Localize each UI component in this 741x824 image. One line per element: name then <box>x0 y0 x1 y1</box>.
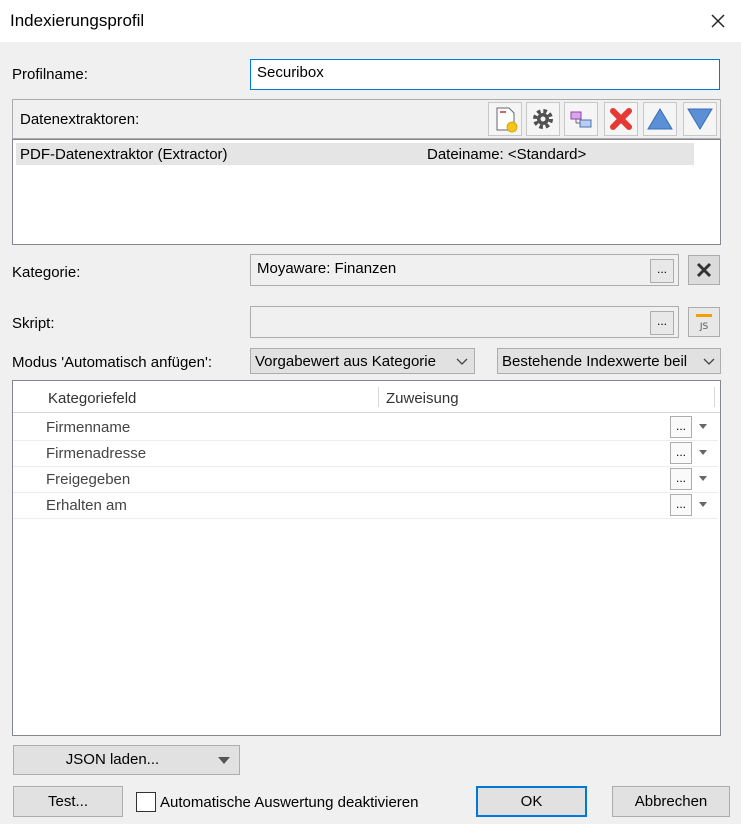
header-kategoriefeld[interactable]: Kategoriefeld <box>48 390 136 407</box>
json-load-label: JSON laden... <box>65 751 160 768</box>
table-row[interactable]: Firmenadresse ... <box>13 441 718 467</box>
dropdown-arrow-icon[interactable] <box>699 424 707 430</box>
mode-dropdown-2[interactable]: Bestehende Indexwerte beil <box>497 348 721 374</box>
move-up-button[interactable] <box>643 102 677 136</box>
map-button[interactable] <box>564 102 598 136</box>
mode-option2: Bestehende Indexwerte beil <box>502 353 688 370</box>
script-browse-button[interactable]: ... <box>650 311 674 335</box>
extractors-label: Datenextraktoren: <box>20 111 140 128</box>
profile-name-value: Securibox <box>257 64 324 81</box>
settings-button[interactable] <box>526 102 560 136</box>
row-field: Firmenname <box>46 419 131 436</box>
gear-icon <box>533 109 553 129</box>
link-blocks-icon <box>570 111 592 128</box>
delete-x-icon <box>610 108 632 130</box>
row-browse-button[interactable]: ... <box>670 416 692 438</box>
extractors-list[interactable]: PDF-Datenextraktor (Extractor) Dateiname… <box>12 139 721 245</box>
new-extractor-button[interactable] <box>488 102 522 136</box>
table-row[interactable]: Firmenname ... <box>13 415 718 441</box>
row-browse-button[interactable]: ... <box>670 494 692 516</box>
row-field: Freigegeben <box>46 471 131 488</box>
category-label: Kategorie: <box>12 264 81 281</box>
table-row[interactable]: Erhalten am ... <box>13 493 718 519</box>
category-value: Moyaware: Finanzen <box>257 260 397 277</box>
ok-button[interactable]: OK <box>476 786 587 817</box>
script-field: ... <box>250 306 679 338</box>
auto-disable-checkbox[interactable] <box>136 792 156 812</box>
move-down-icon <box>687 108 713 130</box>
grid-header: Kategoriefeld Zuweisung <box>13 381 720 413</box>
header-divider <box>378 387 379 407</box>
edit-script-button[interactable]: JS <box>688 307 720 337</box>
script-label: Skript: <box>12 315 55 332</box>
dropdown-arrow-icon[interactable] <box>699 450 707 456</box>
javascript-icon: JS <box>696 314 712 332</box>
profile-name-label: Profilname: <box>12 66 88 83</box>
extractor-name: PDF-Datenextraktor (Extractor) <box>20 146 228 163</box>
row-field: Erhalten am <box>46 497 127 514</box>
new-document-icon <box>496 107 518 133</box>
window-title: Indexierungsprofil <box>10 11 145 30</box>
dropdown-arrow-icon[interactable] <box>699 502 707 508</box>
delete-extractor-button[interactable] <box>604 102 638 136</box>
mode-option1: Vorgabewert aus Kategorie <box>255 353 436 370</box>
mode-dropdown-1[interactable]: Vorgabewert aus Kategorie <box>250 348 475 374</box>
move-up-icon <box>647 108 673 130</box>
row-browse-button[interactable]: ... <box>670 468 692 490</box>
test-button[interactable]: Test... <box>13 786 123 817</box>
header-divider <box>714 387 715 407</box>
category-browse-button[interactable]: ... <box>650 259 674 283</box>
table-row[interactable]: Freigegeben ... <box>13 467 718 493</box>
close-icon <box>711 14 725 28</box>
category-field: Moyaware: Finanzen ... <box>250 254 679 286</box>
dropdown-arrow-icon[interactable] <box>699 476 707 482</box>
javascript-icon-label: JS <box>699 322 709 332</box>
mode-label: Modus 'Automatisch anfügen': <box>12 354 213 371</box>
row-field: Firmenadresse <box>46 445 147 462</box>
chevron-down-icon <box>456 358 468 365</box>
profile-name-input[interactable]: Securibox <box>250 59 720 90</box>
close-button[interactable] <box>703 6 733 36</box>
clear-category-button[interactable] <box>688 255 720 285</box>
auto-disable-label[interactable]: Automatische Auswertung deaktivieren <box>160 794 418 811</box>
json-load-button[interactable]: JSON laden... <box>13 745 240 775</box>
close-icon <box>696 262 712 278</box>
extractor-filename: Dateiname: <Standard> <box>427 146 587 163</box>
chevron-down-icon <box>218 757 230 764</box>
list-item[interactable]: PDF-Datenextraktor (Extractor) Dateiname… <box>16 143 694 165</box>
row-browse-button[interactable]: ... <box>670 442 692 464</box>
chevron-down-icon <box>703 357 715 367</box>
cancel-button[interactable]: Abbrechen <box>612 786 730 817</box>
move-down-button[interactable] <box>683 102 717 136</box>
category-fields-grid[interactable]: Kategoriefeld Zuweisung Firmenname ... F… <box>12 380 721 736</box>
header-zuweisung[interactable]: Zuweisung <box>386 390 459 407</box>
